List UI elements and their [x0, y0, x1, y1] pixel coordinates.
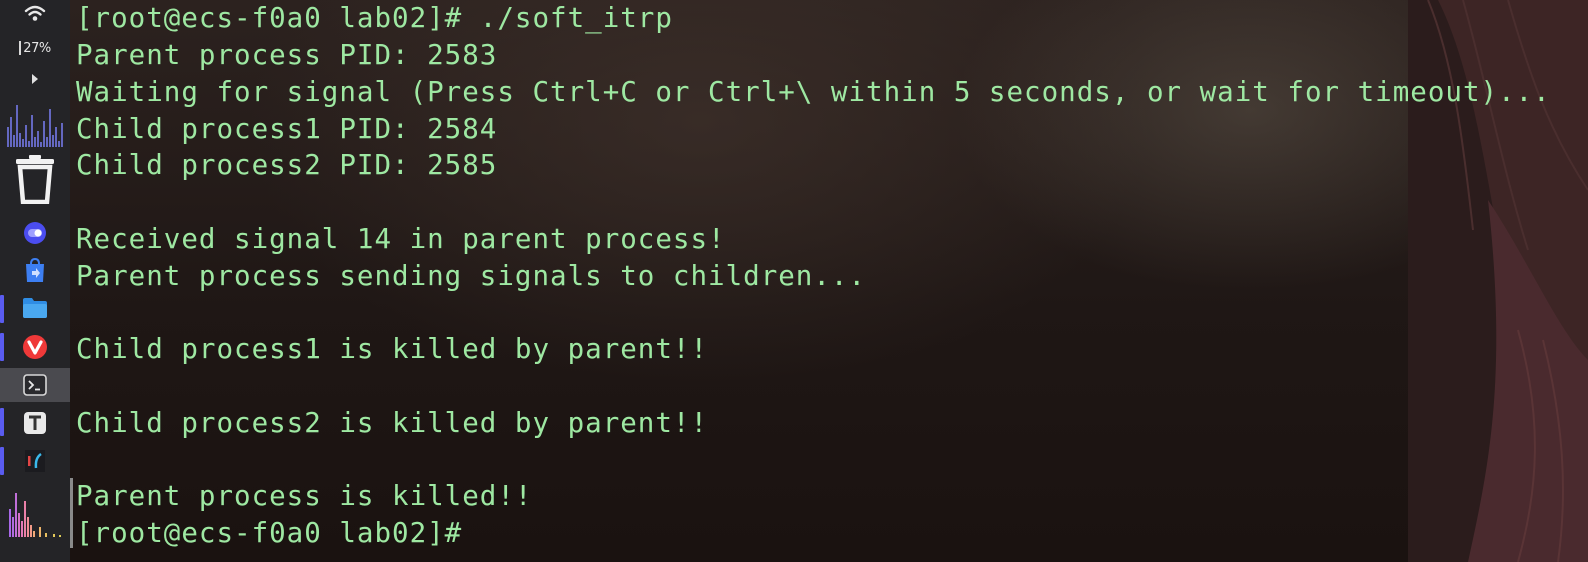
window-resize-handle[interactable]	[70, 478, 73, 548]
terminal-line: Received signal 14 in parent process!	[76, 223, 726, 255]
battery-percent: 27%	[23, 40, 51, 56]
terminal-line: Child process2 is killed by parent!!	[76, 407, 709, 439]
terminal-line: Parent process PID: 2583	[76, 39, 498, 71]
terminal-line: Child process1 is killed by parent!!	[76, 333, 709, 365]
pycharm-icon[interactable]	[0, 446, 70, 476]
terminal-line: Parent process is killed!!	[76, 480, 533, 512]
terminal-line: Child process2 PID: 2585	[76, 149, 498, 181]
text-editor-icon[interactable]	[0, 408, 70, 438]
wifi-icon[interactable]	[0, 2, 70, 24]
battery-level-bar	[19, 41, 22, 55]
battery-icon[interactable]: 27%	[0, 36, 70, 60]
cpu-graph-icon	[0, 96, 70, 148]
audio-visualizer-icon	[0, 486, 70, 538]
terminal-line: Parent process sending signals to childr…	[76, 260, 867, 292]
terminal-line: Waiting for signal (Press Ctrl+C or Ctrl…	[76, 76, 1551, 108]
terminal-line: Child process1 PID: 2584	[76, 113, 498, 145]
terminal-prompt[interactable]: [root@ecs-f0a0 lab02]#	[76, 515, 462, 551]
app-store-icon[interactable]	[0, 257, 70, 285]
terminal-window[interactable]: [root@ecs-f0a0 lab02]# ./soft_itrp Paren…	[76, 0, 1588, 562]
vivaldi-icon[interactable]	[0, 332, 70, 362]
files-icon[interactable]	[0, 294, 70, 322]
expand-arrow-icon[interactable]	[0, 70, 70, 88]
dock: 27%	[0, 0, 70, 562]
toggle-app-icon[interactable]	[0, 220, 70, 246]
terminal-icon[interactable]	[0, 368, 70, 402]
terminal-line: [root@ecs-f0a0 lab02]# ./soft_itrp	[76, 2, 673, 34]
trash-icon[interactable]	[0, 152, 70, 206]
